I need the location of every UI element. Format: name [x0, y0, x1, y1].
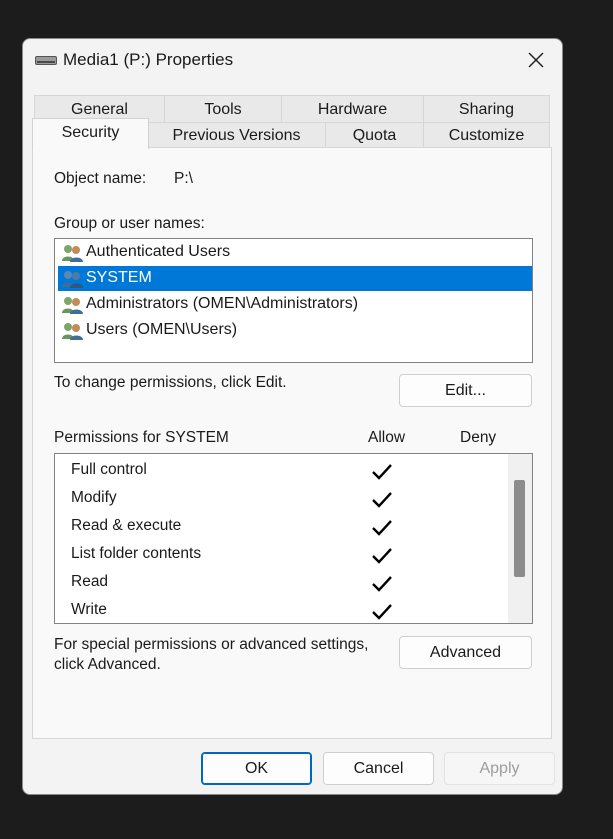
tab-tools[interactable]: Tools	[164, 95, 282, 123]
tab-label: Customize	[448, 127, 525, 144]
list-item-selected[interactable]: SYSTEM	[58, 266, 532, 291]
ok-button[interactable]: OK	[201, 752, 312, 785]
users-icon	[62, 245, 83, 262]
apply-button[interactable]: Apply	[444, 752, 555, 785]
object-name-value: P:\	[174, 170, 193, 187]
allow-check-icon	[372, 604, 392, 620]
list-item[interactable]: Authenticated Users	[58, 240, 532, 265]
user-name: SYSTEM	[86, 269, 152, 286]
allow-check-icon	[372, 492, 392, 508]
permission-name: Read	[71, 573, 109, 590]
tab-label: General	[71, 101, 128, 118]
user-list[interactable]: Authenticated Users SYSTEM Administrator…	[54, 238, 533, 363]
properties-dialog: Media1 (P:) Properties General Tools Har…	[22, 38, 563, 795]
allow-check-icon	[372, 548, 392, 564]
window-title: Media1 (P:) Properties	[63, 50, 234, 69]
users-icon	[62, 297, 83, 314]
allow-column-header: Allow	[368, 429, 406, 446]
permission-name: Modify	[71, 489, 117, 506]
user-name: Users (OMEN\Users)	[86, 321, 238, 338]
user-name: Authenticated Users	[86, 243, 231, 260]
list-item[interactable]: Users (OMEN\Users)	[58, 318, 532, 343]
allow-check-icon	[372, 520, 392, 536]
permission-row: Modify	[55, 486, 507, 514]
user-name: Administrators (OMEN\Administrators)	[86, 295, 359, 312]
permissions-list[interactable]: Full control Modify Read & execute List …	[54, 453, 533, 624]
permission-row: Write	[55, 598, 507, 623]
special-permissions-hint-line2: click Advanced.	[54, 656, 161, 673]
tab-label: Tools	[204, 101, 242, 118]
permission-name: Write	[71, 601, 107, 618]
permission-row: Read	[55, 570, 507, 598]
special-permissions-hint-line1: For special permissions or advanced sett…	[54, 636, 369, 653]
drive-icon	[35, 56, 57, 65]
tab-label: Previous Versions	[172, 127, 301, 144]
deny-column-header: Deny	[460, 429, 497, 446]
tab-customize[interactable]: Customize	[423, 122, 550, 148]
list-item[interactable]: Administrators (OMEN\Administrators)	[58, 292, 532, 317]
permission-row: Read & execute	[55, 514, 507, 542]
tab-security[interactable]: Security	[32, 118, 149, 149]
allow-check-icon	[372, 464, 392, 480]
group-label: Group or user names:	[54, 215, 205, 232]
close-icon	[528, 52, 544, 68]
tab-quota[interactable]: Quota	[325, 122, 424, 148]
title-bar[interactable]: Media1 (P:) Properties	[23, 39, 562, 81]
permission-name: Full control	[71, 461, 147, 478]
tab-previous-versions[interactable]: Previous Versions	[147, 122, 326, 148]
tab-sharing[interactable]: Sharing	[423, 95, 550, 123]
tab-label: Hardware	[317, 101, 388, 118]
tab-hardware[interactable]: Hardware	[281, 95, 424, 123]
cancel-button[interactable]: Cancel	[323, 752, 434, 785]
permission-row: List folder contents	[55, 542, 507, 570]
close-button[interactable]	[516, 43, 556, 77]
vertical-scrollbar[interactable]	[508, 454, 532, 623]
object-name-label: Object name:	[54, 170, 147, 187]
tab-label: Sharing	[458, 101, 515, 118]
tab-label: Security	[61, 124, 120, 141]
security-panel: Object name: P:\ Group or user names: Au…	[32, 147, 552, 739]
tab-label: Quota	[352, 127, 397, 144]
permission-name: Read & execute	[71, 517, 182, 534]
permission-name: List folder contents	[71, 545, 202, 562]
advanced-button[interactable]: Advanced	[399, 636, 532, 669]
users-icon	[62, 271, 83, 288]
permission-row: Full control	[55, 458, 507, 486]
permissions-label: Permissions for SYSTEM	[54, 429, 229, 446]
allow-check-icon	[372, 576, 392, 592]
change-permissions-hint: To change permissions, click Edit.	[54, 374, 287, 391]
edit-button[interactable]: Edit...	[399, 374, 532, 407]
users-icon	[62, 323, 83, 340]
scrollbar-thumb[interactable]	[514, 480, 525, 577]
